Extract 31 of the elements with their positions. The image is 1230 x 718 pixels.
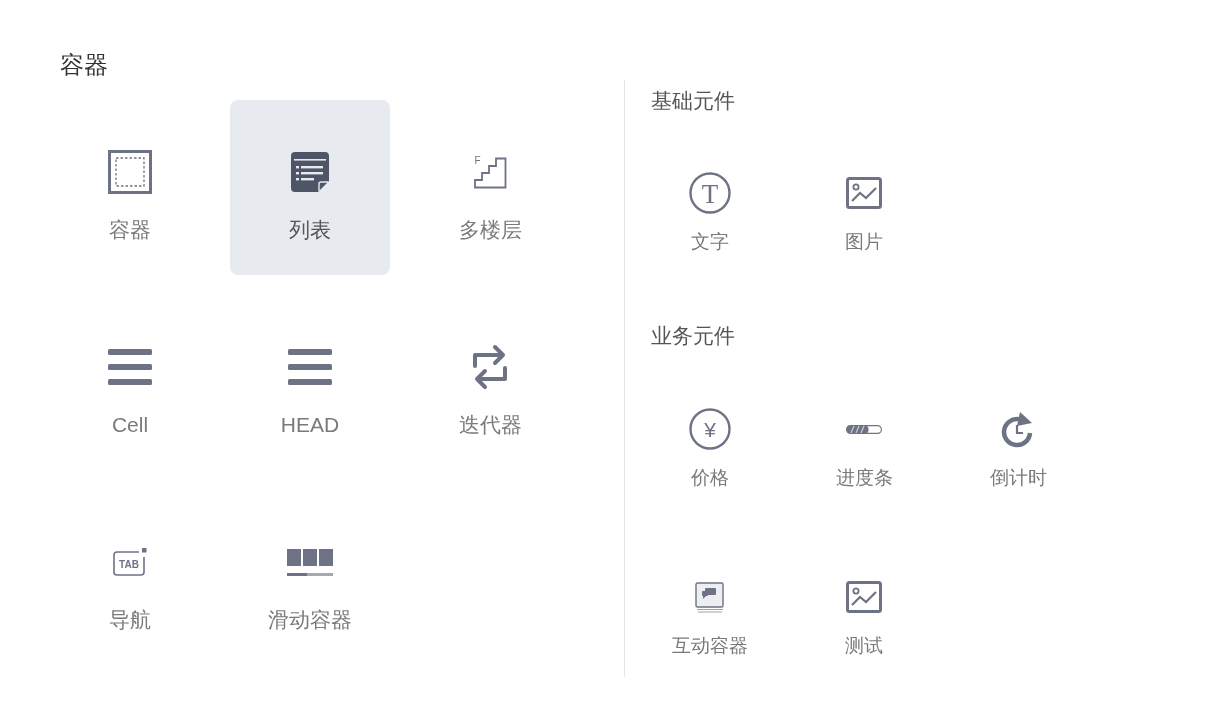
component-item[interactable]: Cell — [50, 295, 210, 470]
component-item[interactable]: T 文字 — [633, 172, 787, 255]
component-item[interactable]: ¥ 价格 — [633, 408, 787, 491]
section-title: 业务元件 — [651, 323, 735, 349]
component-item[interactable]: 滑动容器 — [230, 490, 390, 665]
chat-card-icon — [695, 581, 725, 613]
component-item[interactable]: 图片 — [787, 172, 941, 255]
section-title: 基础元件 — [651, 88, 735, 114]
section-title: 容器 — [60, 50, 108, 80]
circled-letter-icon: T — [689, 172, 731, 214]
component-item[interactable]: 迭代器 — [410, 295, 570, 470]
component-item[interactable]: 互动容器 — [633, 576, 787, 659]
progress-bar-icon — [846, 424, 882, 434]
three-panels-icon — [287, 548, 333, 576]
repeat-arrows-icon — [472, 344, 508, 390]
dashed-square-icon — [108, 150, 152, 194]
circled-yen-icon: ¥ — [689, 408, 731, 450]
three-bars-icon — [108, 349, 152, 385]
component-item[interactable]: 进度条 — [787, 408, 941, 491]
three-bars-icon — [288, 349, 332, 385]
component-item[interactable]: F 多楼层 — [410, 100, 570, 275]
component-item[interactable]: 测试 — [787, 576, 941, 659]
document-list-icon — [291, 152, 329, 192]
component-item[interactable]: 倒计时 — [941, 408, 1095, 491]
image-icon — [846, 581, 882, 613]
image-icon — [846, 177, 882, 209]
stairs-icon: F — [473, 155, 507, 189]
component-item[interactable]: TAB 导航 — [50, 490, 210, 665]
component-item[interactable]: HEAD — [230, 295, 390, 470]
component-item[interactable]: 容器 — [50, 100, 210, 275]
component-item[interactable]: 列表 — [230, 100, 390, 275]
